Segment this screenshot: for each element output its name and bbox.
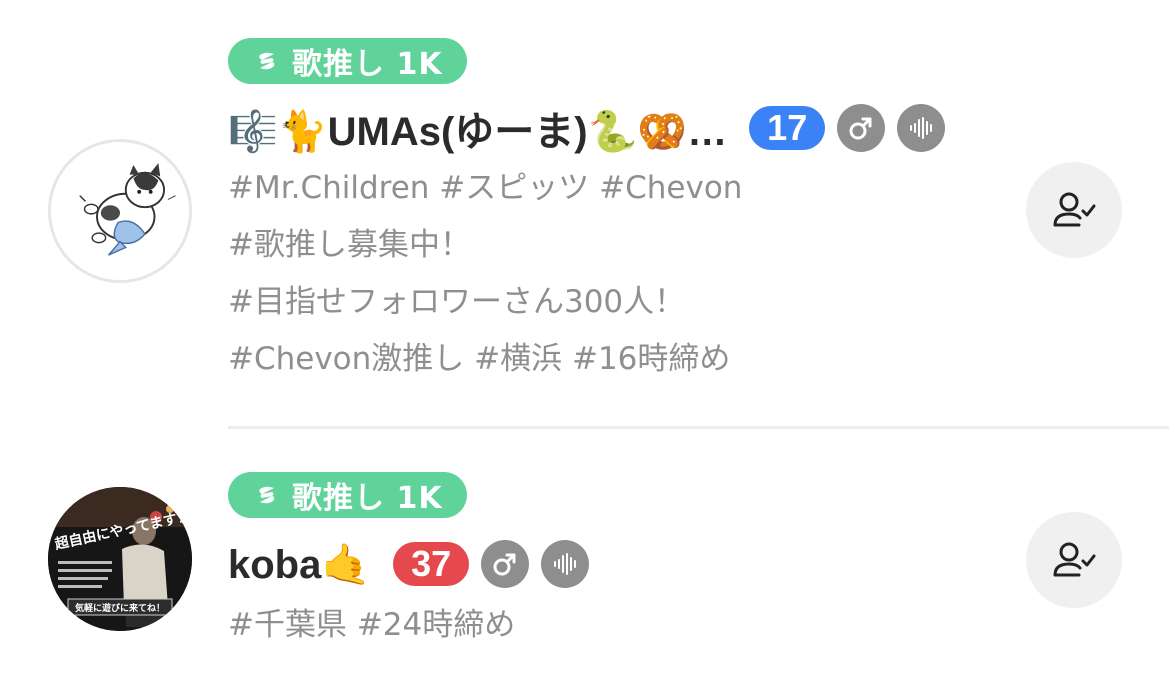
music-tag-icon xyxy=(254,482,280,508)
bio-line: #目指せフォロワーさん300人！ xyxy=(228,284,686,320)
name-line: 🎼🐈UMAs(ゆーま)🐍🥨… 17 xyxy=(228,99,946,157)
photo-avatar: 超自由にやってます！ 気軽に遊びに来てね！ xyxy=(48,487,192,631)
bio-line: #千葉県 #24時締め xyxy=(228,607,516,643)
divider xyxy=(228,426,1169,429)
following-user-icon xyxy=(1053,192,1096,227)
username[interactable]: koba🤙 xyxy=(228,541,371,588)
male-icon xyxy=(837,104,886,152)
level-badge: 37 xyxy=(393,542,470,586)
profile-bio: #Mr.Children #スピッツ #Chevon #歌推し募集中！ #目指せ… xyxy=(228,160,928,388)
male-icon xyxy=(481,540,530,588)
song-recommend-badge: 歌推し 1K xyxy=(228,38,467,84)
level-badge: 17 xyxy=(749,106,826,150)
following-button[interactable] xyxy=(1026,512,1122,608)
user-list-item[interactable]: 歌推し 1K 🎼🐈UMAs(ゆーま)🐍🥨… 17 #Mr.Children #ス… xyxy=(0,0,1169,428)
badge-label: 歌推し 1K xyxy=(292,481,443,516)
bio-line: #Mr.Children #スピッツ #Chevon xyxy=(228,170,743,206)
following-user-icon xyxy=(1053,542,1096,577)
name-line: koba🤙 37 xyxy=(228,536,590,592)
music-tag-icon xyxy=(254,48,280,74)
user-list-item[interactable]: 超自由にやってます！ 気軽に遊びに来てね！ 歌推し 1K koba🤙 37 #千… xyxy=(0,430,1169,674)
avatar-footer-text: 気軽に遊びに来てね！ xyxy=(75,602,165,613)
voice-wave-icon xyxy=(897,104,946,152)
badge-label: 歌推し 1K xyxy=(292,47,443,82)
bio-line: #Chevon激推し #横浜 #16時締め xyxy=(228,341,731,377)
avatar[interactable]: 超自由にやってます！ 気軽に遊びに来てね！ xyxy=(48,487,192,631)
username[interactable]: 🎼🐈UMAs(ゆーま)🐍🥨… xyxy=(228,99,727,157)
cat-illustration xyxy=(51,142,189,280)
bio-line: #歌推し募集中！ xyxy=(228,227,471,263)
profile-bio: #千葉県 #24時締め xyxy=(228,597,928,654)
avatar[interactable] xyxy=(48,139,192,283)
voice-wave-icon xyxy=(541,540,590,588)
following-button[interactable] xyxy=(1026,162,1122,258)
song-recommend-badge: 歌推し 1K xyxy=(228,472,467,518)
